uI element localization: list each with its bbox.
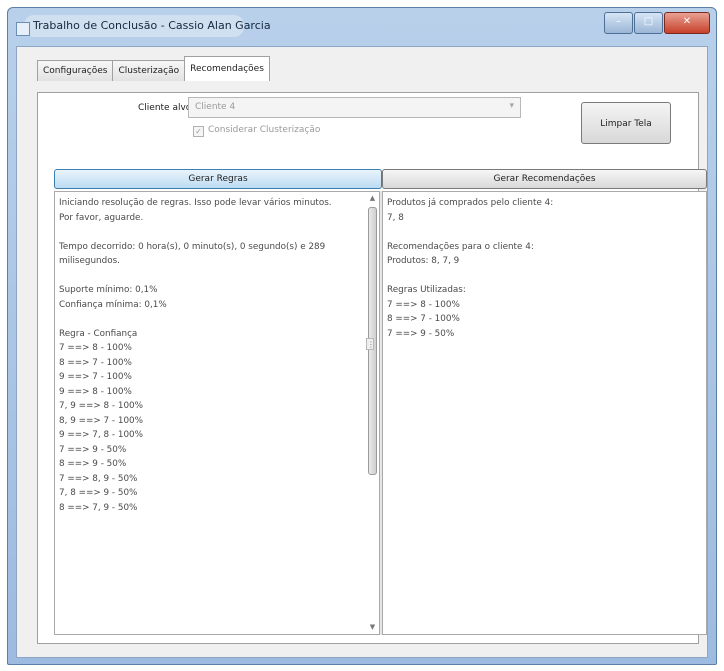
title-bar[interactable]: Trabalho de Conclusão - Cassio Alan Garc… <box>8 8 716 46</box>
regras-line: 7, 8 ==> 9 - 50% <box>59 488 138 498</box>
regras-line: Regra - Confiança <box>59 328 138 339</box>
minimize-button[interactable]: – <box>604 12 633 34</box>
recomendacoes-line: 7 ==> 9 - 50% <box>387 328 455 339</box>
regras-output-textbox[interactable]: Iniciando resolução de regras. Isso pode… <box>54 191 380 635</box>
regras-line: 8 ==> 9 - 50% <box>59 459 127 469</box>
regras-line: 8 ==> 7, 9 - 50% <box>59 502 138 513</box>
recomendacoes-output-text: Produtos já comprados pelo cliente 4: 7, … <box>387 196 553 341</box>
considerar-clusterizacao-checkbox[interactable]: ✓ <box>193 126 204 137</box>
regras-line: milisegundos. <box>59 256 120 266</box>
recomendacoes-output-textbox[interactable]: Produtos já comprados pelo cliente 4: 7, … <box>382 191 707 635</box>
recomendacoes-line: Produtos: 8, 7, 9 <box>387 256 460 266</box>
regras-line: 9 ==> 7 - 100% <box>59 372 132 382</box>
gerar-regras-button[interactable]: Gerar Regras <box>54 169 382 189</box>
tab-configuracoes[interactable]: Configurações <box>37 60 114 81</box>
cliente-alvo-value: Cliente 4 <box>195 102 236 112</box>
recomendacoes-line: Produtos já comprados pelo cliente 4: <box>387 198 554 208</box>
window-title: Trabalho de Conclusão - Cassio Alan Garc… <box>33 19 271 32</box>
regras-line: Suporte mínimo: 0,1% <box>59 285 158 295</box>
regras-line: 8, 9 ==> 7 - 100% <box>59 415 144 426</box>
recomendacoes-line: 7, 8 <box>387 212 404 223</box>
window-controls: – □ ✕ <box>603 12 710 34</box>
maximize-button[interactable]: □ <box>634 12 663 34</box>
regras-line <box>59 269 332 284</box>
recomendacoes-line <box>387 225 553 240</box>
tab-strip: Configurações Clusterização Recomendaçõe… <box>37 56 270 81</box>
cliente-alvo-label: Cliente alvo: <box>138 103 195 113</box>
regras-line: 9 ==> 8 - 100% <box>59 386 132 397</box>
tab-clusterizacao[interactable]: Clusterização <box>112 60 186 81</box>
regras-line: 8 ==> 7 - 100% <box>59 357 132 368</box>
regras-scrollbar[interactable]: ▲ ▼ <box>367 193 378 633</box>
limpar-tela-button[interactable]: Limpar Tela <box>581 102 671 144</box>
regras-line: Iniciando resolução de regras. Isso pode… <box>59 198 332 208</box>
chevron-down-icon: ▾ <box>509 101 514 111</box>
regras-line: 7 ==> 8, 9 - 50% <box>59 473 138 484</box>
recomendacoes-line: 8 ==> 7 - 100% <box>387 314 460 324</box>
recomendacoes-line: 7 ==> 8 - 100% <box>387 299 460 310</box>
app-icon <box>16 22 30 36</box>
scroll-down-arrow-icon[interactable]: ▼ <box>367 622 378 633</box>
gerar-recomendacoes-button[interactable]: Gerar Recomendações <box>382 169 707 189</box>
tab-recomendacoes[interactable]: Recomendações <box>184 56 270 81</box>
regras-line: Confiança mínima: 0,1% <box>59 299 167 310</box>
regras-output-text: Iniciando resolução de regras. Isso pode… <box>59 196 332 515</box>
splitter-grip-icon[interactable]: ⋮ <box>366 338 375 350</box>
main-window: Trabalho de Conclusão - Cassio Alan Garc… <box>7 7 717 665</box>
recomendacoes-panel: Cliente alvo: Cliente 4 ▾ ✓ Considerar C… <box>37 92 707 644</box>
recomendacoes-line: Regras Utilizadas: <box>387 285 466 295</box>
regras-line: 7 ==> 9 - 50% <box>59 444 127 455</box>
regras-line: Tempo decorrido: 0 hora(s), 0 minuto(s),… <box>59 241 326 252</box>
regras-line: 7, 9 ==> 8 - 100% <box>59 401 144 411</box>
client-area: Configurações Clusterização Recomendaçõe… <box>16 46 708 658</box>
regras-line: 7 ==> 8 - 100% <box>59 343 132 353</box>
scroll-up-arrow-icon[interactable]: ▲ <box>367 193 378 204</box>
cliente-alvo-select[interactable]: Cliente 4 ▾ <box>188 97 521 118</box>
regras-line: 9 ==> 7, 8 - 100% <box>59 430 144 440</box>
regras-line <box>59 312 332 327</box>
close-button[interactable]: ✕ <box>664 12 710 34</box>
recomendacoes-line: Recomendações para o cliente 4: <box>387 241 534 252</box>
considerar-clusterizacao-label: Considerar Clusterização <box>208 125 321 135</box>
recomendacoes-line <box>387 269 553 284</box>
regras-line: Por favor, aguarde. <box>59 212 144 223</box>
regras-line <box>59 225 332 240</box>
